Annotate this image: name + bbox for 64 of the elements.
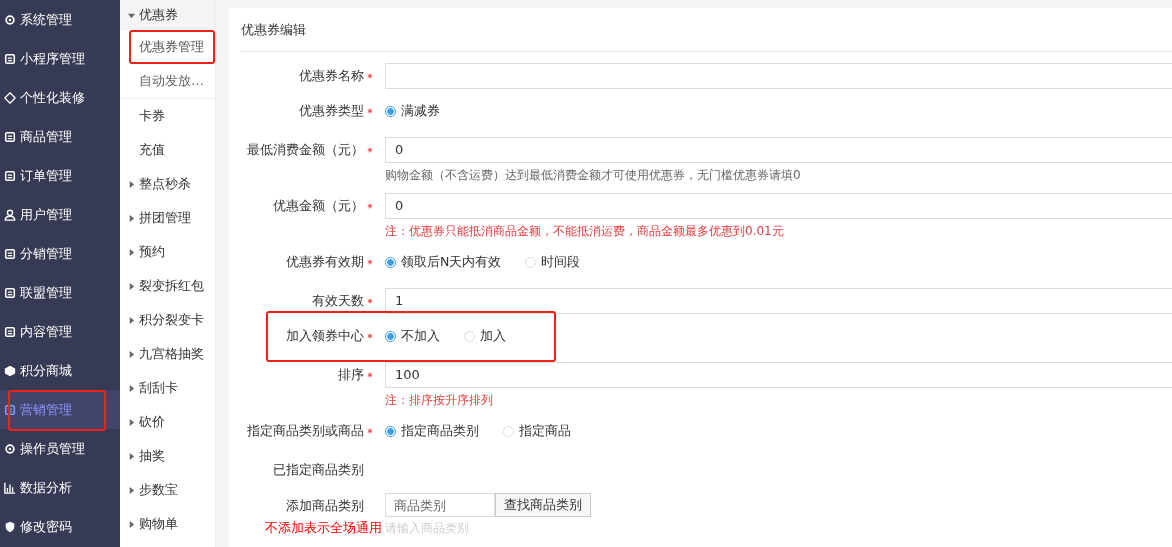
sidebar-item[interactable]: 系统管理	[0, 0, 120, 39]
field-hint: 注：排序按升序排列	[385, 392, 494, 409]
submenu-group[interactable]: 拼团管理	[120, 201, 215, 235]
submenu-group[interactable]: 砍价	[120, 405, 215, 439]
submenu-item[interactable]: 卡券	[120, 99, 215, 133]
sidebar-item[interactable]: 分销管理	[0, 234, 120, 273]
sidebar-item[interactable]: 营销管理	[0, 390, 120, 429]
submenu-group[interactable]: 裂变拆红包	[120, 269, 215, 303]
radio-option[interactable]: 满减券	[385, 102, 440, 120]
input-field[interactable]: 商品类别	[385, 493, 495, 517]
submenu-group[interactable]: 购物单	[120, 507, 215, 541]
field-label: 加入领券中心	[286, 327, 364, 345]
submenu-group[interactable]: 步数宝	[120, 473, 215, 507]
submenu-item[interactable]: 充值	[120, 133, 215, 167]
sidebar-item[interactable]: 用户管理	[0, 195, 120, 234]
field-label: 优惠券名称	[299, 67, 364, 85]
sidebar-item[interactable]: 数据分析	[0, 468, 120, 507]
field-label: 排序	[338, 366, 364, 384]
sidebar-item[interactable]: 修改密码	[0, 507, 120, 546]
submenu-item[interactable]: 自动发放…	[120, 64, 215, 98]
sidebar-item[interactable]: 订单管理	[0, 156, 120, 195]
radio-label: 指定商品	[519, 422, 571, 440]
submenu-group[interactable]: 整点秒杀	[120, 167, 215, 201]
field-note: 不添加表示全场通用	[265, 520, 382, 537]
radio-label: 指定商品类别	[401, 422, 479, 440]
field-label: 优惠券类型	[299, 102, 364, 120]
input-field[interactable]: 100	[385, 362, 1172, 388]
field-label: 指定商品类别或商品	[247, 422, 364, 440]
sidebar-item[interactable]: 操作员管理	[0, 429, 120, 468]
field-hint: 注：优惠券只能抵消商品金额，不能抵消运费，商品金额最多优惠到0.01元	[385, 223, 785, 240]
field-label: 添加商品类别	[286, 497, 364, 515]
field-label: 优惠金额（元）	[273, 197, 364, 215]
field-label: 优惠券有效期	[286, 253, 364, 271]
search-button[interactable]: 查找商品类别	[495, 493, 591, 517]
radio-option[interactable]: 指定商品	[503, 422, 571, 440]
radio-option[interactable]: 时间段	[525, 253, 581, 271]
submenu-group[interactable]: 预约	[120, 235, 215, 269]
field-label: 有效天数	[312, 292, 364, 310]
radio-option[interactable]: 指定商品类别	[385, 422, 479, 440]
radio-option[interactable]: 不加入	[385, 327, 440, 345]
sidebar-item[interactable]: 联盟管理	[0, 273, 120, 312]
sidebar-item[interactable]: 个性化装修	[0, 78, 120, 117]
submenu-group[interactable]: 优惠券	[120, 0, 215, 30]
field-label: 已指定商品类别	[273, 461, 364, 479]
sidebar-item[interactable]: 小程序管理	[0, 39, 120, 78]
radio-label: 满减券	[401, 102, 440, 120]
submenu-group[interactable]: 九宫格抽奖	[120, 337, 215, 371]
radio-label: 加入	[480, 327, 506, 345]
submenu-group[interactable]: 积分裂变卡	[120, 303, 215, 337]
radio-option[interactable]: 加入	[464, 327, 506, 345]
input-field[interactable]: 0	[385, 137, 1172, 163]
sidebar-item[interactable]: 积分商城	[0, 351, 120, 390]
sidebar-item[interactable]: 商品管理	[0, 117, 120, 156]
input-field[interactable]: 0	[385, 193, 1172, 219]
field-label: 最低消费金额（元）	[247, 141, 364, 159]
sidebar-item[interactable]: 内容管理	[0, 312, 120, 351]
field-hint: 购物金额（不含运费）达到最低消费金额才可使用优惠券，无门槛优惠券请填0	[385, 167, 802, 184]
input-field[interactable]: 1	[385, 288, 1172, 314]
submenu-group[interactable]: 刮刮卡	[120, 371, 215, 405]
submenu-item[interactable]: 优惠券管理	[120, 30, 215, 64]
submenu-group[interactable]: 抽奖	[120, 439, 215, 473]
radio-label: 不加入	[401, 327, 440, 345]
radio-label: 时间段	[541, 253, 581, 271]
card-title: 优惠券编辑	[241, 21, 307, 39]
